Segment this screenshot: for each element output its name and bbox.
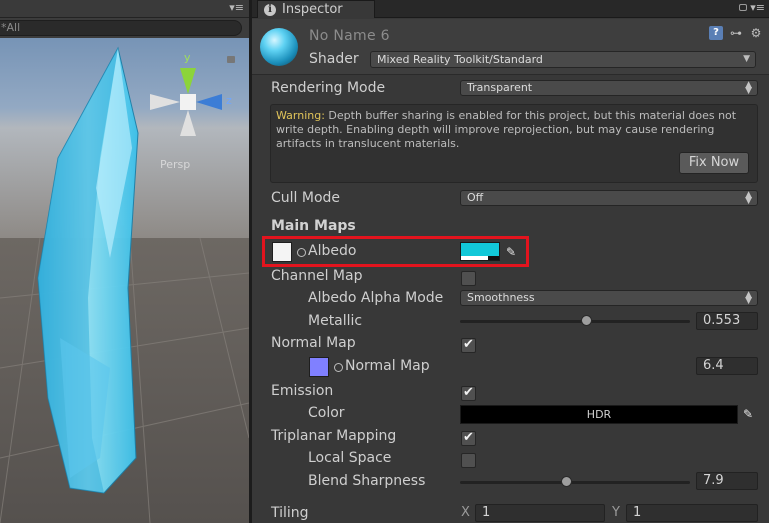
scene-menu-icon[interactable]: ▾≡ — [229, 1, 244, 14]
normal-map-toggle-label: Normal Map — [271, 335, 356, 351]
normal-map-scale-field[interactable]: 6.4 — [696, 357, 758, 375]
cull-mode-dropdown[interactable]: Off ▲ ▼ — [460, 190, 758, 206]
cull-mode-value: Off — [467, 191, 484, 204]
rendering-mode-dropdown[interactable]: Transparent ▲ ▼ — [460, 80, 758, 96]
stepper-arrows-icon: ▲ ▼ — [745, 80, 752, 96]
rendering-mode-value: Transparent — [467, 81, 533, 94]
gizmo-y-label: y — [184, 51, 191, 64]
albedo-highlight-box — [262, 236, 529, 267]
tiling-x-label: X — [461, 505, 470, 520]
scene-search-placeholder: All — [6, 21, 21, 34]
rendering-mode-label: Rendering Mode — [271, 80, 386, 96]
normal-map-slot-label: Normal Map — [345, 358, 430, 374]
metallic-value-field[interactable]: 0.553 — [696, 312, 758, 330]
gizmo-center[interactable] — [180, 94, 196, 110]
tiling-label: Tiling — [271, 505, 309, 521]
fix-now-button[interactable]: Fix Now — [679, 152, 749, 174]
albedo-alpha-mode-value: Smoothness — [467, 291, 535, 304]
object-picker-icon[interactable] — [334, 363, 343, 372]
blend-sharpness-label: Blend Sharpness — [308, 473, 426, 489]
local-space-label: Local Space — [308, 450, 392, 466]
preset-icon[interactable]: ⊶ — [729, 26, 743, 40]
tiling-y-label: Y — [612, 505, 620, 520]
blend-sharpness-slider-track[interactable] — [460, 481, 690, 484]
scene-toolbar: ▾≡ — [0, 0, 249, 18]
lock-icon[interactable] — [739, 4, 747, 11]
tab-menu-icon[interactable]: ▾≡ — [750, 1, 765, 14]
cull-mode-label: Cull Mode — [271, 190, 341, 206]
info-icon: i — [264, 3, 276, 16]
inspector-panel: i Inspector ▾≡ No Name 6 Shader Mixed Re… — [252, 0, 769, 523]
shader-dropdown[interactable]: Mixed Reality Toolkit/Standard ▼ — [370, 51, 756, 68]
header-icons: ? ⊶ ⚙ — [709, 26, 763, 40]
material-preview-icon — [260, 28, 298, 66]
gizmo-z-label: z — [226, 94, 232, 107]
emission-checkbox[interactable] — [461, 385, 476, 401]
depth-warning-box: Warning: Depth buffer sharing is enabled… — [270, 104, 758, 183]
warning-prefix: Warning: — [276, 109, 325, 122]
metallic-slider-track[interactable] — [460, 320, 690, 323]
blend-sharpness-value-field[interactable]: 7.9 — [696, 472, 758, 490]
scene-view[interactable]: ▾≡ *All y z Persp — [0, 0, 249, 523]
chevron-down-icon: ▼ — [743, 54, 750, 64]
gear-icon[interactable]: ⚙ — [749, 26, 763, 40]
main-maps-title: Main Maps — [271, 218, 356, 234]
tiling-x-field[interactable]: 1 — [475, 504, 605, 522]
tab-inspector-label: Inspector — [282, 2, 343, 17]
blend-sharpness-slider-thumb[interactable] — [561, 476, 572, 487]
channel-map-label: Channel Map — [271, 268, 363, 284]
emission-label: Emission — [271, 383, 334, 399]
scene-canvas[interactable]: y z Persp — [0, 38, 249, 523]
material-name[interactable]: No Name 6 — [309, 28, 390, 44]
stepper-arrows-icon: ▲ ▼ — [745, 290, 752, 306]
shader-dropdown-value: Mixed Reality Toolkit/Standard — [377, 53, 543, 66]
stepper-arrows-icon: ▲ ▼ — [745, 190, 752, 206]
local-space-checkbox[interactable] — [461, 453, 476, 468]
warning-body: Depth buffer sharing is enabled for this… — [276, 109, 737, 150]
triplanar-label: Triplanar Mapping — [271, 428, 397, 444]
channel-map-checkbox[interactable] — [461, 271, 476, 286]
albedo-alpha-mode-label: Albedo Alpha Mode — [308, 290, 444, 306]
help-icon[interactable]: ? — [709, 26, 723, 40]
scene-search-input[interactable]: *All — [0, 20, 242, 36]
normal-map-texture-slot[interactable] — [309, 357, 329, 377]
inspector-tab-strip: i Inspector ▾≡ — [252, 0, 769, 18]
emission-color-field[interactable]: HDR — [460, 405, 738, 424]
normal-map-checkbox[interactable] — [461, 337, 476, 353]
metallic-slider-thumb[interactable] — [581, 315, 592, 326]
tiling-y-field[interactable]: 1 — [626, 504, 758, 522]
emission-color-label: Color — [308, 405, 345, 421]
eyedropper-icon[interactable]: ✎ — [741, 407, 755, 421]
tab-inspector[interactable]: i Inspector — [257, 0, 375, 18]
shader-label: Shader — [309, 51, 359, 67]
metallic-label: Metallic — [308, 313, 363, 329]
material-header: No Name 6 Shader Mixed Reality Toolkit/S… — [252, 19, 769, 75]
lock-icon[interactable] — [227, 56, 235, 63]
gizmo-persp-label[interactable]: Persp — [160, 158, 190, 171]
triplanar-checkbox[interactable] — [461, 430, 476, 446]
warning-message: Warning: Depth buffer sharing is enabled… — [276, 109, 756, 151]
albedo-alpha-mode-dropdown[interactable]: Smoothness ▲ ▼ — [460, 290, 758, 306]
